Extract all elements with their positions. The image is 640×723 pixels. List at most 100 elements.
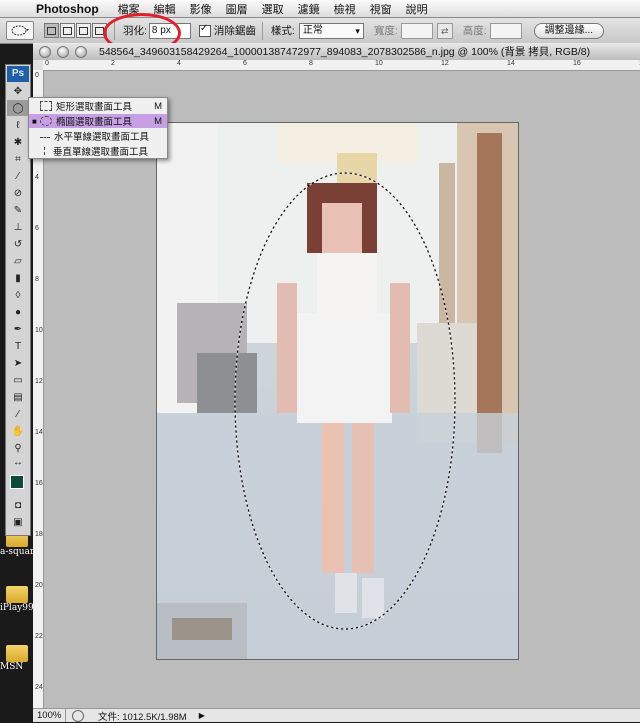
- desktop-icon[interactable]: MSN: [0, 645, 32, 672]
- gradient-tool-icon[interactable]: ▮: [7, 270, 29, 286]
- hand-tool-icon[interactable]: ✋: [7, 423, 29, 439]
- status-menu-arrow-icon[interactable]: ▶: [199, 711, 205, 720]
- photo-image: [157, 123, 518, 659]
- move-tool-icon[interactable]: ✥: [7, 83, 29, 99]
- blur-tool-icon[interactable]: ◊: [7, 287, 29, 303]
- menu-select[interactable]: 選取: [262, 1, 284, 17]
- ruler-tick-label: 0: [45, 60, 49, 67]
- quick-mask-icon[interactable]: ◘: [7, 497, 29, 513]
- desktop-icon-label: iPlay99-: [0, 603, 37, 613]
- document-titlebar[interactable]: 548564_349603158429264_100001387472977_8…: [33, 43, 640, 61]
- desktop-icon-label: a-square: [0, 547, 40, 557]
- desktop-icon[interactable]: iPlay99-: [0, 586, 37, 613]
- flyout-item-label: 水平單線選取畫面工具: [54, 132, 150, 143]
- vertical-ruler[interactable]: 024681012141618202224: [33, 70, 44, 708]
- new-selection-button[interactable]: [44, 23, 59, 38]
- pen-tool-icon[interactable]: ✒: [7, 321, 29, 337]
- menu-layer[interactable]: 圖層: [226, 1, 248, 17]
- shape-tool-icon[interactable]: ▭: [7, 372, 29, 388]
- ps-logo[interactable]: Ps: [7, 66, 29, 82]
- ruler-tick-label: 2: [111, 60, 115, 67]
- close-window-icon[interactable]: [39, 45, 51, 58]
- menu-file[interactable]: 檔案: [118, 1, 140, 17]
- menu-window[interactable]: 視窗: [370, 1, 392, 17]
- width-input[interactable]: [400, 22, 433, 39]
- ellipse-preset-icon: [11, 25, 29, 36]
- minimize-window-icon[interactable]: [57, 45, 69, 58]
- desktop-icon-label: MSN: [0, 662, 24, 672]
- flyout-item-single-column-marquee[interactable]: 垂直單線選取畫面工具: [29, 144, 167, 158]
- clone-stamp-tool-icon[interactable]: ⊥: [7, 219, 29, 235]
- options-bar: 羽化: 8 px 消除鋸齒 樣式: 正常 寬度: ⇄ 高度: 調整邊緣...: [0, 18, 640, 44]
- flyout-item-label: 垂直單線選取畫面工具: [53, 147, 149, 158]
- type-tool-icon[interactable]: T: [7, 338, 29, 354]
- menu-filter[interactable]: 濾鏡: [298, 1, 320, 17]
- lasso-tool-icon[interactable]: ℓ: [7, 117, 29, 133]
- folder-icon: [6, 645, 28, 662]
- zoom-field[interactable]: 100%: [33, 709, 66, 722]
- ruler-tick-label: 4: [177, 60, 181, 67]
- divider: [261, 21, 263, 40]
- rect-marquee-icon: [40, 101, 52, 111]
- antialias-checkbox[interactable]: [198, 23, 211, 37]
- selection-mode-group: [44, 23, 108, 38]
- feather-label: 羽化:: [123, 25, 147, 37]
- swap-colors-icon[interactable]: ↔: [7, 457, 29, 468]
- color-sampler-tool-icon[interactable]: ⁄: [7, 406, 29, 422]
- selected-bullet-icon: ■: [32, 116, 37, 126]
- zoom-window-icon[interactable]: [75, 45, 87, 58]
- magic-wand-tool-icon[interactable]: ✱: [7, 134, 29, 150]
- height-input[interactable]: [489, 22, 522, 39]
- status-info-icon[interactable]: [72, 709, 84, 722]
- eraser-tool-icon[interactable]: ▱: [7, 253, 29, 269]
- menu-view[interactable]: 檢視: [334, 1, 356, 17]
- dodge-tool-icon[interactable]: ●: [7, 304, 29, 320]
- zoom-tool-icon[interactable]: ⚲: [7, 440, 29, 456]
- style-select[interactable]: 正常: [298, 22, 364, 39]
- foreground-color-swatch[interactable]: [10, 475, 24, 489]
- brush-tool-icon[interactable]: ✎: [7, 202, 29, 218]
- image-canvas[interactable]: [156, 122, 519, 660]
- status-bar: 100% 文件: 1012.5K/1.98M ▶: [33, 708, 640, 723]
- menu-image[interactable]: 影像: [190, 1, 212, 17]
- eyedropper-tool-icon[interactable]: ⁄: [7, 168, 29, 184]
- ruler-tick-label: 8: [35, 276, 39, 283]
- refine-edge-button[interactable]: 調整邊緣...: [533, 22, 605, 39]
- menu-edit[interactable]: 編輯: [154, 1, 176, 17]
- notes-tool-icon[interactable]: ▤: [7, 389, 29, 405]
- menu-bar: Photoshop 檔案 編輯 影像 圖層 選取 濾鏡 檢視 視窗 說明: [0, 0, 640, 18]
- marquee-tool-icon[interactable]: ◯: [7, 100, 29, 116]
- intersect-selection-button[interactable]: [92, 23, 107, 38]
- marquee-tool-flyout: 矩形選取畫面工具 M ■ 橢圓選取畫面工具 M 水平單線選取畫面工具 垂直單線選…: [28, 97, 168, 159]
- ruler-tick-label: 24: [35, 684, 43, 691]
- flyout-item-single-row-marquee[interactable]: 水平單線選取畫面工具: [29, 129, 167, 143]
- tool-preset-picker[interactable]: [6, 21, 34, 40]
- swap-dimensions-icon[interactable]: ⇄: [436, 22, 453, 39]
- document-size-info: 文件: 1012.5K/1.98M: [98, 711, 187, 723]
- add-selection-button[interactable]: [60, 23, 75, 38]
- flyout-item-elliptical-marquee[interactable]: ■ 橢圓選取畫面工具 M: [29, 114, 167, 128]
- screen-mode-icon[interactable]: ▣: [7, 514, 29, 530]
- ruler-tick-label: 10: [375, 60, 383, 67]
- crop-tool-icon[interactable]: ⌗: [7, 151, 29, 167]
- flyout-item-label: 矩形選取畫面工具: [56, 102, 133, 113]
- path-selection-tool-icon[interactable]: ➤: [7, 355, 29, 371]
- flyout-item-rect-marquee[interactable]: 矩形選取畫面工具 M: [29, 99, 167, 113]
- healing-brush-tool-icon[interactable]: ⊘: [7, 185, 29, 201]
- horizontal-ruler[interactable]: 024681012141618: [43, 60, 640, 71]
- single-column-marquee-icon: [44, 147, 45, 155]
- subtract-selection-button[interactable]: [76, 23, 91, 38]
- ruler-tick-label: 16: [573, 60, 581, 67]
- history-brush-tool-icon[interactable]: ↺: [7, 236, 29, 252]
- flyout-shortcut: M: [154, 115, 162, 127]
- antialias-label: 消除鋸齒: [213, 25, 256, 37]
- feather-input[interactable]: 8 px: [148, 22, 191, 39]
- ruler-tick-label: 8: [309, 60, 313, 67]
- ruler-tick-label: 20: [35, 582, 43, 589]
- ruler-tick-label: 0: [35, 72, 39, 79]
- subtract-selection-icon: [79, 26, 88, 35]
- ruler-tick-label: 12: [441, 60, 449, 67]
- app-name-menu[interactable]: Photoshop: [36, 2, 99, 16]
- style-label: 樣式:: [270, 25, 295, 37]
- menu-help[interactable]: 說明: [406, 1, 428, 17]
